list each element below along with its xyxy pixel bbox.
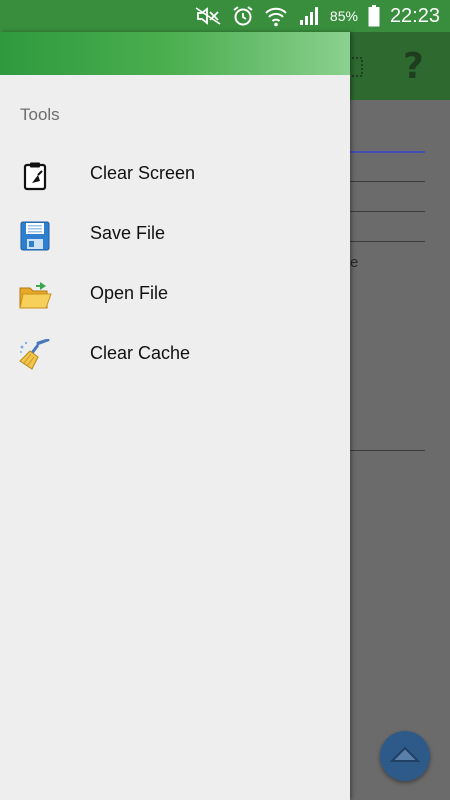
broom-icon (18, 339, 52, 373)
divider (350, 181, 425, 182)
help-icon[interactable]: ? (403, 46, 424, 87)
menu-item-save-file[interactable]: Save File (0, 205, 350, 265)
drawer-header (0, 32, 350, 75)
menu-item-label: Clear Cache (90, 343, 191, 363)
divider (350, 211, 425, 212)
section-title-tools: Tools (20, 105, 60, 124)
partial-text: e (350, 254, 359, 271)
status-bar: 85% 22:23 (0, 0, 450, 32)
divider (350, 450, 425, 451)
scroll-up-button[interactable] (380, 731, 430, 781)
divider (350, 241, 425, 242)
battery-percentage: 85% (329, 8, 358, 24)
navigation-drawer: Tools Clear Screen Save File Open File C… (0, 32, 350, 800)
menu-item-clear-cache[interactable]: Clear Cache (0, 325, 350, 385)
chevron-up-icon (389, 744, 421, 769)
signal-icon (298, 6, 320, 26)
menu-item-label: Clear Screen (90, 163, 196, 183)
mute-icon (194, 6, 222, 26)
floppy-disk-icon (18, 219, 52, 253)
open-folder-icon (18, 279, 52, 313)
clock: 22:23 (389, 4, 440, 27)
menu-item-label: Save File (90, 223, 166, 243)
menu-item-label: Open File (90, 283, 169, 303)
alarm-icon (232, 5, 254, 27)
menu-item-open-file[interactable]: Open File (0, 265, 350, 325)
divider (350, 151, 425, 153)
clipboard-icon (18, 159, 52, 193)
wifi-icon (264, 5, 288, 27)
battery-icon (368, 5, 380, 27)
menu-item-clear-screen[interactable]: Clear Screen (0, 145, 350, 205)
